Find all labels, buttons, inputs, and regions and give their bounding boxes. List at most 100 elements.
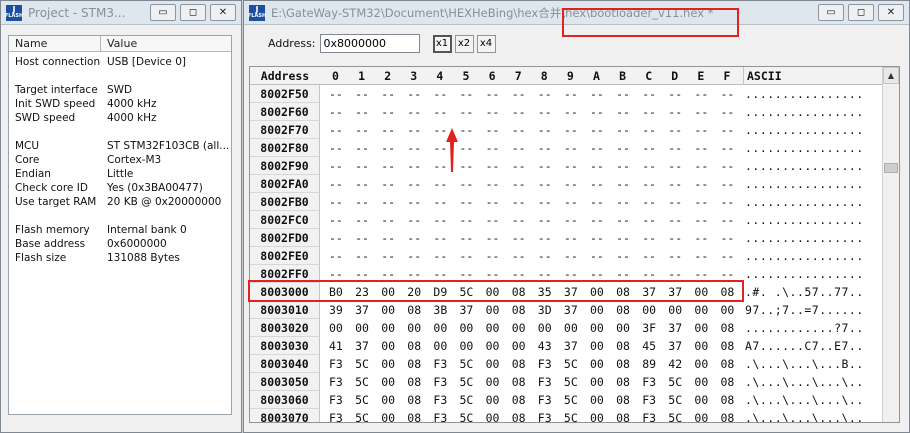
hex-byte[interactable]: B0 — [329, 283, 343, 301]
hex-byte[interactable]: 08 — [407, 391, 421, 409]
property-row[interactable]: Flash size 131088 Bytes — [9, 251, 231, 265]
property-row[interactable]: Endian Little — [9, 167, 231, 181]
hex-byte[interactable]: -- — [512, 85, 526, 103]
hex-byte[interactable]: 00 — [721, 301, 735, 319]
hex-byte[interactable]: -- — [512, 229, 526, 247]
hex-byte[interactable]: -- — [329, 85, 343, 103]
hex-row[interactable]: 8002F70 -- -- -- -- -- -- -- -- -- -- -- -- -- -- -- --.… — [250, 121, 883, 139]
hex-byte[interactable]: -- — [642, 175, 656, 193]
hex-byte[interactable]: 00 — [460, 337, 474, 355]
hex-row[interactable]: 8003040 F3 5C 00 08 F3 5C 00 08 F3 5C 00 08 89 42 00 08.… — [250, 355, 883, 373]
hex-byte[interactable]: -- — [486, 157, 500, 175]
hex-byte[interactable]: -- — [355, 103, 369, 121]
hex-byte[interactable]: 20 — [407, 283, 421, 301]
hex-byte[interactable]: -- — [694, 157, 708, 175]
hex-byte[interactable]: 00 — [590, 355, 604, 373]
hex-byte[interactable]: 08 — [616, 355, 630, 373]
hex-byte[interactable]: -- — [433, 103, 447, 121]
hex-byte[interactable]: 00 — [381, 337, 395, 355]
hex-byte[interactable]: -- — [355, 121, 369, 139]
hex-byte[interactable]: 08 — [721, 373, 735, 391]
hex-byte[interactable]: -- — [355, 211, 369, 229]
hex-byte[interactable]: 00 — [486, 355, 500, 373]
hex-byte[interactable]: -- — [564, 265, 578, 283]
hex-byte[interactable]: F3 — [642, 373, 656, 391]
hex-byte[interactable]: -- — [538, 175, 552, 193]
hex-byte[interactable]: 00 — [433, 319, 447, 337]
hex-byte[interactable]: -- — [329, 265, 343, 283]
hex-byte[interactable]: 00 — [329, 319, 343, 337]
hex-byte[interactable]: -- — [329, 157, 343, 175]
hex-byte[interactable]: -- — [668, 139, 682, 157]
hex-byte[interactable]: 00 — [694, 409, 708, 422]
hex-byte[interactable]: 00 — [381, 391, 395, 409]
hex-byte[interactable]: F3 — [433, 373, 447, 391]
hex-byte[interactable]: -- — [486, 193, 500, 211]
hex-byte[interactable]: -- — [668, 157, 682, 175]
hex-byte[interactable]: -- — [642, 247, 656, 265]
hex-byte[interactable]: 08 — [721, 355, 735, 373]
hex-byte[interactable]: -- — [616, 139, 630, 157]
hex-byte[interactable]: 5C — [460, 373, 474, 391]
hex-byte[interactable]: -- — [564, 211, 578, 229]
hex-byte[interactable]: -- — [668, 229, 682, 247]
hex-byte[interactable]: 00 — [486, 283, 500, 301]
hex-byte[interactable]: -- — [407, 247, 421, 265]
hex-byte[interactable]: 5C — [460, 283, 474, 301]
hex-byte[interactable]: -- — [694, 229, 708, 247]
hex-byte[interactable]: -- — [329, 229, 343, 247]
hex-byte[interactable]: 37 — [355, 337, 369, 355]
hex-byte[interactable]: -- — [590, 157, 604, 175]
close-icon[interactable]: ✕ — [210, 4, 236, 21]
hex-byte[interactable]: 37 — [564, 337, 578, 355]
hex-byte[interactable]: D9 — [433, 283, 447, 301]
hex-byte[interactable]: -- — [329, 193, 343, 211]
hex-byte[interactable]: -- — [564, 247, 578, 265]
hex-byte[interactable]: -- — [538, 121, 552, 139]
hex-byte[interactable]: -- — [381, 211, 395, 229]
hex-byte[interactable]: -- — [721, 85, 735, 103]
hex-byte[interactable]: 08 — [512, 301, 526, 319]
hex-byte[interactable]: -- — [668, 121, 682, 139]
hex-byte[interactable]: 00 — [694, 337, 708, 355]
maximize-icon[interactable]: ◻ — [180, 4, 206, 21]
hex-byte[interactable]: 37 — [642, 283, 656, 301]
hex-byte[interactable]: F3 — [329, 373, 343, 391]
hex-byte[interactable]: F3 — [433, 409, 447, 422]
project-titlebar[interactable]: J FLASH Project - STM3... ▭ ◻ ✕ — [1, 1, 241, 25]
hex-byte[interactable]: 00 — [590, 283, 604, 301]
vertical-scrollbar[interactable]: ▲ — [882, 67, 899, 422]
hex-byte[interactable]: 08 — [407, 373, 421, 391]
hex-byte[interactable]: 5C — [460, 391, 474, 409]
hex-byte[interactable]: 00 — [407, 319, 421, 337]
hex-byte[interactable]: 00 — [694, 301, 708, 319]
hex-row[interactable]: 8002FA0 -- -- -- -- -- -- -- -- -- -- -- -- -- -- -- --.… — [250, 175, 883, 193]
hex-byte[interactable]: F3 — [642, 391, 656, 409]
hex-row[interactable]: 8003070 F3 5C 00 08 F3 5C 00 08 F3 5C 00 08 F3 5C 00 08.… — [250, 409, 883, 422]
hex-byte[interactable]: -- — [381, 175, 395, 193]
hex-byte[interactable]: -- — [668, 103, 682, 121]
column-header-value[interactable]: Value — [101, 36, 137, 51]
hex-row[interactable]: 8003060 F3 5C 00 08 F3 5C 00 08 F3 5C 00 08 F3 5C 00 08.… — [250, 391, 883, 409]
hex-byte[interactable]: -- — [616, 211, 630, 229]
hex-byte[interactable]: F3 — [538, 409, 552, 422]
hex-byte[interactable]: -- — [460, 247, 474, 265]
hex-byte[interactable]: -- — [355, 175, 369, 193]
hex-byte[interactable]: -- — [694, 103, 708, 121]
property-row[interactable]: Core Cortex-M3 — [9, 153, 231, 167]
hex-byte[interactable]: -- — [460, 211, 474, 229]
hex-byte[interactable]: -- — [668, 265, 682, 283]
hex-byte[interactable]: 08 — [721, 409, 735, 422]
hex-byte[interactable]: -- — [486, 85, 500, 103]
hex-byte[interactable]: -- — [460, 175, 474, 193]
hex-byte[interactable]: 00 — [355, 319, 369, 337]
hex-byte[interactable]: -- — [512, 193, 526, 211]
hex-row[interactable]: 8002F60 -- -- -- -- -- -- -- -- -- -- -- -- -- -- -- --.… — [250, 103, 883, 121]
hex-byte[interactable]: 3F — [642, 319, 656, 337]
hex-byte[interactable]: -- — [460, 139, 474, 157]
property-row[interactable]: MCU ST STM32F103CB (all... — [9, 139, 231, 153]
hex-byte[interactable]: -- — [668, 85, 682, 103]
property-row[interactable]: Target interface SWD — [9, 83, 231, 97]
maximize-icon[interactable]: ◻ — [848, 4, 874, 21]
hex-row[interactable]: 8002FF0 -- -- -- -- -- -- -- -- -- -- -- -- -- -- -- --.… — [250, 265, 883, 283]
